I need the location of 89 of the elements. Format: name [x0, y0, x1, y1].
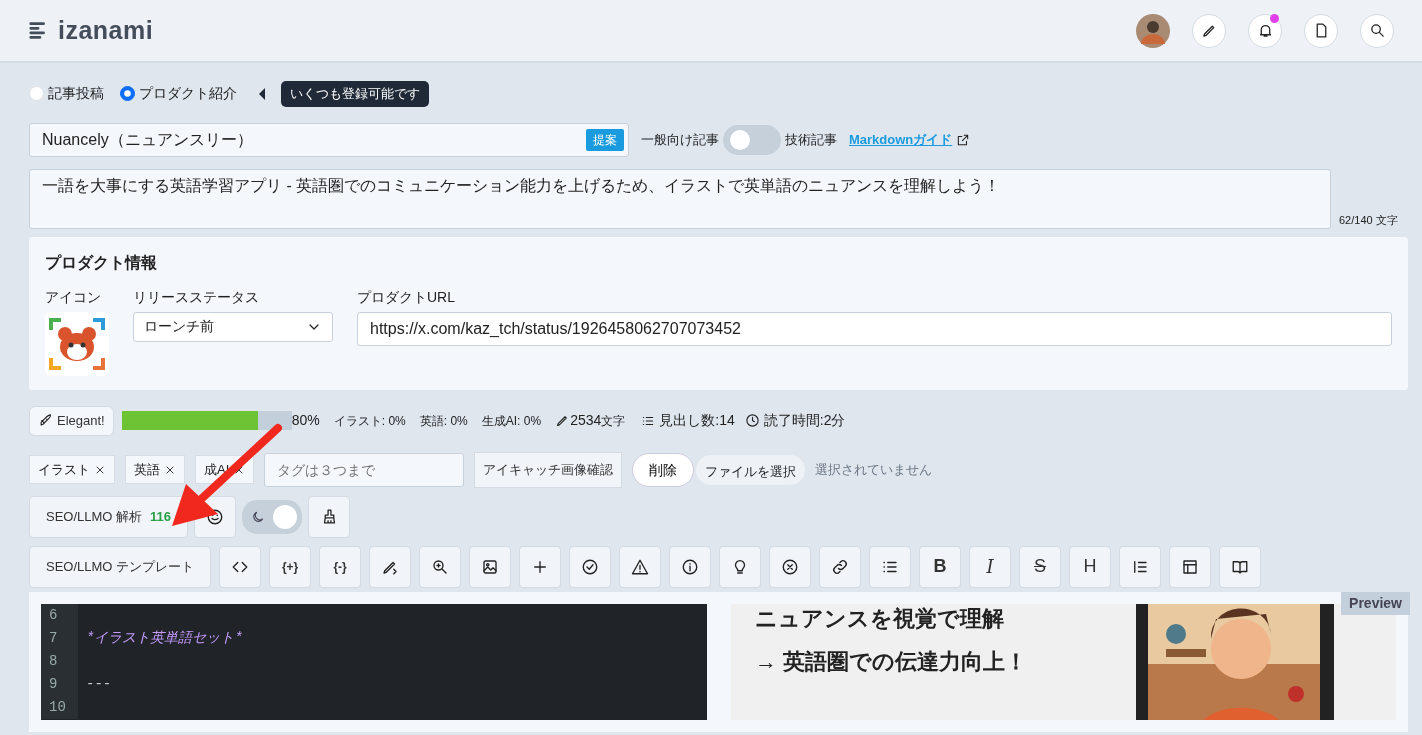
moon-icon [251, 509, 266, 524]
description-field[interactable]: 一語を大事にする英語学習アプリ - 英語圏でのコミュニケーション能力を上げるため、イラストで英単語のニュアンスを理解しよう！ [29, 168, 1331, 229]
status-dropdown[interactable]: ローンチ前 [133, 311, 333, 342]
line-number: 10 [41, 695, 78, 719]
tag-label: イラスト [38, 460, 90, 479]
tag-input[interactable]: タグは３つまで [264, 452, 465, 487]
clock-icon [744, 413, 760, 428]
tag-label: 英語 [134, 460, 160, 479]
article-type-switch[interactable] [723, 124, 781, 155]
code-line: --- [85, 674, 112, 694]
field-label: アイコン [45, 287, 102, 307]
seo-analysis-button[interactable]: SEO/LLMO 解析 116 [29, 495, 189, 538]
zoom-button[interactable] [419, 545, 462, 588]
image-button[interactable] [469, 545, 512, 588]
line-number: 6 [41, 603, 78, 627]
radio-button[interactable] [120, 86, 135, 102]
logo[interactable]: izanami [58, 11, 154, 50]
pen-button[interactable] [369, 545, 412, 588]
reading-time: 読了時間:2分 [763, 411, 846, 430]
tooltip-pointer [259, 87, 265, 100]
bold-button[interactable]: B [919, 545, 962, 588]
elegant-button[interactable]: Elegant! [29, 405, 114, 436]
table-icon [1181, 557, 1200, 576]
search-icon [1368, 22, 1386, 39]
char-count: 2534 [570, 411, 602, 430]
tooltip: いくつも登録可能です [281, 81, 429, 107]
delete-button[interactable]: 削除 [632, 452, 695, 487]
document-button[interactable] [1304, 13, 1338, 48]
avatar[interactable] [1136, 13, 1170, 48]
char-counter: 62/140 文字 [1339, 213, 1398, 228]
warning-icon [631, 557, 650, 576]
strike-button[interactable]: S [1019, 545, 1062, 588]
theme-switch[interactable] [242, 499, 303, 534]
book-button[interactable] [1219, 545, 1262, 588]
toggle-label: 一般向け記事 [641, 130, 719, 149]
edit-button[interactable] [1192, 13, 1226, 48]
preview-label: Preview [1341, 591, 1410, 615]
eyecatch-button[interactable]: アイキャッチ画像確認 [474, 451, 623, 488]
line-number: 7 [41, 626, 78, 650]
check-circle-button[interactable] [569, 545, 612, 588]
brace-button[interactable]: {+} [269, 545, 312, 588]
radio-label: プロダクト紹介 [139, 84, 237, 104]
ratio-stat: 生成AI: 0% [481, 412, 542, 430]
lightbulb-button[interactable] [719, 545, 762, 588]
preview-text: → 英語圏での伝達力向上！ [755, 647, 1029, 676]
ratio-stat: 英語: 0% [419, 412, 468, 430]
radio-label: 記事投稿 [48, 84, 104, 104]
title-field[interactable]: Nuancely（ニュアンスリー） 提案 [29, 122, 629, 157]
section-heading: プロダクト情報 [45, 252, 158, 273]
italic-button[interactable]: I [969, 545, 1012, 588]
cancel-button[interactable] [769, 545, 812, 588]
line-number: 8 [41, 649, 78, 673]
smiley-icon [206, 507, 225, 526]
progress-percent: 80% [291, 411, 320, 430]
field-label: リリースステータス [133, 287, 260, 307]
template-button[interactable]: SEO/LLMO テンプレート [29, 545, 212, 588]
code-editor[interactable]: 6 7 *イラスト英単語セット* 8 9 --- 10 [41, 603, 707, 720]
notification-button[interactable] [1248, 13, 1282, 48]
image-icon [481, 557, 500, 576]
brace-button[interactable]: {-} [319, 545, 362, 588]
table-button[interactable] [1169, 545, 1212, 588]
seo-score: 116 [150, 507, 172, 526]
toggle-label: 技術記事 [785, 130, 837, 149]
field-label: プロダクトURL [357, 287, 456, 307]
file-select-button[interactable]: ファイルを選択 [696, 454, 806, 485]
line-number: 9 [41, 672, 78, 696]
rocket-icon [38, 413, 53, 428]
link-button[interactable] [819, 545, 862, 588]
ordered-list-button[interactable] [1119, 545, 1162, 588]
app-icon[interactable] [45, 311, 109, 376]
heading-count: 見出し数:14 [659, 411, 735, 430]
warning-button[interactable] [619, 545, 662, 588]
search-button[interactable] [1360, 13, 1394, 48]
info-button[interactable] [669, 545, 712, 588]
code-line: *イラスト英単語セット* [85, 628, 243, 648]
plus-button[interactable] [519, 545, 562, 588]
heading-button[interactable]: H [1069, 545, 1112, 588]
info-icon [681, 557, 700, 576]
link-icon [831, 557, 850, 576]
char-unit: 文字 [601, 412, 626, 430]
clear-button[interactable] [308, 495, 351, 538]
external-link-icon [956, 132, 971, 147]
url-field[interactable]: https://x.com/kaz_tch/status/1926458062707073452 [357, 311, 1392, 346]
ratio-stat: イラスト: 0% [333, 412, 406, 430]
preview-text: ニュアンスを視覚で理解 [755, 604, 1005, 633]
file-status: 選択されていません [815, 460, 933, 479]
cancel-icon [781, 557, 800, 576]
list-button[interactable] [869, 545, 912, 588]
check-circle-icon [581, 557, 600, 576]
